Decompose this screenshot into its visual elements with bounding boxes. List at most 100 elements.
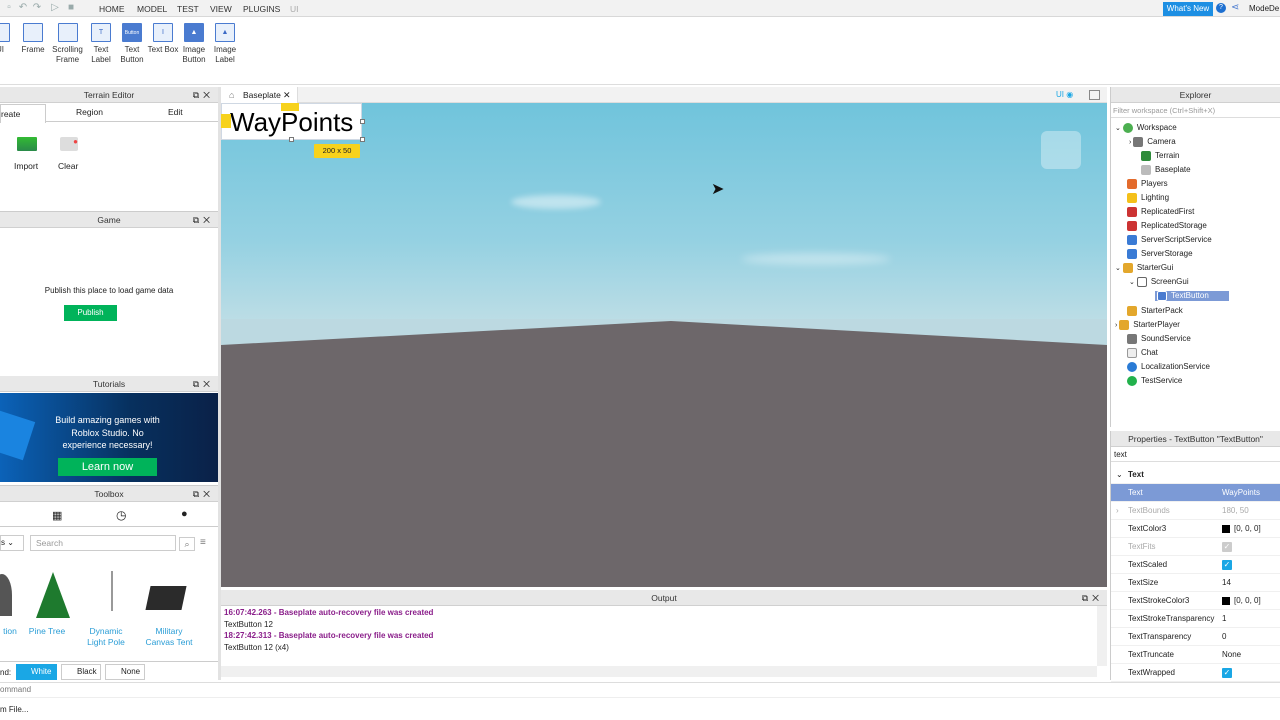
- panel-controls-icon[interactable]: ⧉✕: [1082, 590, 1103, 606]
- undo-icon[interactable]: ↶: [18, 3, 28, 13]
- ribbon-frame-tool[interactable]: Frame: [17, 23, 49, 55]
- menu-test[interactable]: TEST: [177, 4, 199, 14]
- resize-handle[interactable]: [360, 119, 365, 124]
- prop-textsize[interactable]: TextSize 14: [1111, 574, 1280, 592]
- ribbon-ui-tool[interactable]: UI: [0, 23, 16, 55]
- tree-item-chat[interactable]: Chat: [1127, 348, 1158, 358]
- redo-icon[interactable]: ↷: [32, 3, 42, 13]
- help-icon[interactable]: ?: [1216, 3, 1226, 13]
- prop-textcolor3[interactable]: TextColor3 [0, 0, 0]: [1111, 520, 1280, 538]
- recent-clock-icon[interactable]: ◷: [116, 508, 126, 522]
- bg-white-button[interactable]: White: [16, 664, 57, 680]
- tab-baseplate[interactable]: ⌂ Baseplate ✕: [221, 87, 298, 103]
- light-pole-label[interactable]: Dynamic Light Pole: [82, 626, 130, 648]
- prop-textstroketransparency[interactable]: TextStrokeTransparency 1: [1111, 610, 1280, 628]
- category-dropdown[interactable]: s ⌄: [0, 535, 24, 551]
- toolbox-search-input[interactable]: Search: [30, 535, 176, 551]
- filter-icon[interactable]: ≡: [200, 537, 206, 548]
- menu-model[interactable]: MODEL: [137, 4, 167, 14]
- menu-plugins[interactable]: PLUGINS: [243, 4, 280, 14]
- tree-item-terrain[interactable]: Terrain: [1141, 151, 1179, 161]
- play-icon[interactable]: ▷: [50, 3, 60, 13]
- textwrapped-checkbox[interactable]: ✓: [1222, 667, 1232, 678]
- toolbox-item-thumb[interactable]: [0, 574, 12, 616]
- light-pole-thumb[interactable]: [111, 571, 113, 611]
- bg-none-button[interactable]: None: [105, 664, 145, 680]
- ribbon-text-label-tool[interactable]: T Text Label: [85, 23, 117, 65]
- resize-handle[interactable]: [289, 137, 294, 142]
- panel-controls-icon[interactable]: ⧉✕: [193, 212, 214, 228]
- ribbon-text-button-tool[interactable]: Button Text Button: [116, 23, 148, 65]
- clear-button[interactable]: Clear: [58, 161, 78, 171]
- prop-textstrokecolor3[interactable]: TextStrokeColor3 [0, 0, 0]: [1111, 592, 1280, 610]
- tab-region[interactable]: Region: [76, 107, 103, 117]
- clear-icon[interactable]: ●: [60, 137, 78, 151]
- viewport[interactable]: WayPoints 200 x 50 ➤: [221, 103, 1107, 587]
- lightbulb-icon[interactable]: ●: [181, 508, 188, 520]
- section-text[interactable]: ⌄ Text: [1111, 466, 1280, 484]
- tree-item-soundservice[interactable]: SoundService: [1127, 334, 1191, 344]
- pine-tree-thumb[interactable]: [36, 572, 70, 618]
- tree-item-workspace[interactable]: ⌄ Workspace: [1115, 123, 1177, 133]
- selection-handle[interactable]: [221, 114, 231, 128]
- panel-controls-icon[interactable]: ⧉✕: [193, 376, 214, 392]
- toolbox-item-label[interactable]: tion: [0, 626, 20, 636]
- account-name[interactable]: ModeDe: [1249, 4, 1279, 13]
- output-horizontal-scrollbar[interactable]: [221, 666, 1097, 677]
- tab-edit[interactable]: Edit: [168, 107, 183, 117]
- tent-label[interactable]: Military Canvas Tent: [140, 626, 198, 648]
- menu-view[interactable]: VIEW: [210, 4, 232, 14]
- ui-visibility-toggle[interactable]: UI ◉: [1056, 90, 1073, 99]
- import-button[interactable]: Import: [14, 161, 38, 171]
- whats-new-button[interactable]: What's New: [1163, 2, 1213, 16]
- prop-texttransparency[interactable]: TextTransparency 0: [1111, 628, 1280, 646]
- close-tab-icon[interactable]: ✕: [283, 87, 291, 103]
- tent-thumb[interactable]: [145, 586, 187, 610]
- tree-item-starterplayer[interactable]: › StarterPlayer: [1115, 320, 1180, 330]
- color-swatch[interactable]: [1222, 596, 1230, 605]
- stop-icon[interactable]: ■: [66, 3, 76, 13]
- prop-textscaled[interactable]: TextScaled ✓: [1111, 556, 1280, 574]
- share-icon[interactable]: ⋖: [1231, 2, 1239, 13]
- ribbon-image-label-tool[interactable]: ▲ Image Label: [209, 23, 241, 65]
- tree-item-serverscriptservice[interactable]: ServerScriptService: [1127, 235, 1212, 245]
- learn-now-button[interactable]: Learn now: [58, 458, 157, 476]
- properties-filter-input[interactable]: text: [1111, 448, 1280, 462]
- ribbon-scrolling-frame-tool[interactable]: Scrolling Frame: [51, 23, 84, 65]
- tree-item-players[interactable]: Players: [1127, 179, 1168, 189]
- view-cube[interactable]: [1041, 131, 1081, 169]
- panel-controls-icon[interactable]: ⧉✕: [193, 486, 214, 502]
- fullscreen-icon[interactable]: [1089, 90, 1100, 100]
- explorer-filter-input[interactable]: Filter workspace (Ctrl+Shift+X): [1111, 103, 1280, 118]
- tree-item-textbutton[interactable]: TextButton: [1155, 291, 1229, 301]
- command-input[interactable]: ommand: [0, 685, 31, 694]
- tree-item-baseplate[interactable]: Baseplate: [1141, 165, 1191, 175]
- grid-icon[interactable]: ▦: [52, 509, 62, 522]
- tree-item-replicatedfirst[interactable]: ReplicatedFirst: [1127, 207, 1194, 217]
- output-vertical-scrollbar[interactable]: [1097, 606, 1107, 666]
- menu-ui[interactable]: UI: [290, 4, 299, 14]
- tree-item-lighting[interactable]: Lighting: [1127, 193, 1169, 203]
- tree-item-starterpack[interactable]: StarterPack: [1127, 306, 1183, 316]
- resize-handle[interactable]: [360, 137, 365, 142]
- tree-item-testservice[interactable]: TestService: [1127, 376, 1182, 386]
- bg-black-button[interactable]: Black: [61, 664, 101, 680]
- tree-item-startergui[interactable]: ⌄ StarterGui: [1115, 263, 1173, 273]
- ribbon-image-button-tool[interactable]: ▲ Image Button: [178, 23, 210, 65]
- selection-handle[interactable]: [281, 103, 299, 111]
- tab-create[interactable]: reate: [0, 104, 46, 123]
- prop-texttruncate[interactable]: TextTruncate None: [1111, 646, 1280, 664]
- prop-textwrapped[interactable]: TextWrapped ✓: [1111, 664, 1280, 682]
- tree-item-serverstorage[interactable]: ServerStorage: [1127, 249, 1193, 259]
- menu-home[interactable]: HOME: [99, 4, 125, 14]
- color-swatch[interactable]: [1222, 524, 1230, 533]
- ribbon-text-box-tool[interactable]: I Text Box: [147, 23, 179, 55]
- search-icon[interactable]: ⌕: [179, 537, 195, 551]
- publish-button[interactable]: Publish: [64, 305, 117, 321]
- tree-item-camera[interactable]: › Camera: [1129, 137, 1176, 147]
- pine-tree-label[interactable]: Pine Tree: [24, 626, 70, 636]
- tree-item-localizationservice[interactable]: LocalizationService: [1127, 362, 1210, 372]
- file-icon[interactable]: ▫: [4, 3, 14, 13]
- tree-item-replicatedstorage[interactable]: ReplicatedStorage: [1127, 221, 1207, 231]
- prop-textbounds[interactable]: › TextBounds 180, 50: [1111, 502, 1280, 520]
